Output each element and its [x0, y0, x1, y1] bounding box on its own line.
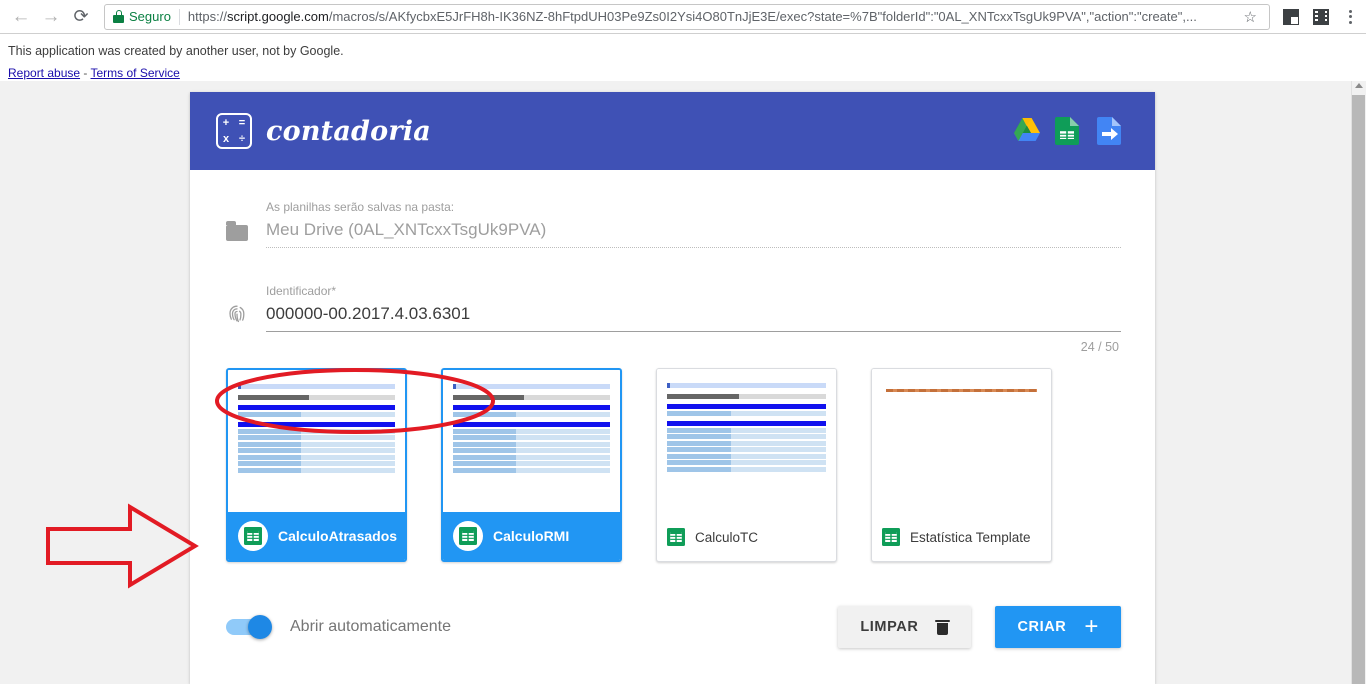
app-body: As planilhas serão salvas na pasta: Meu … [190, 170, 1155, 648]
identificador-input[interactable]: 000000-00.2017.4.03.6301 [266, 304, 1121, 331]
terms-of-service-link[interactable]: Terms of Service [91, 66, 180, 80]
template-card-title: Estatística Template [910, 529, 1031, 545]
identificador-field[interactable]: Identificador* 000000-00.2017.4.03.6301 [224, 284, 1121, 332]
browser-toolbar: ← → ⟳ Seguro https://script.google.com/m… [0, 0, 1366, 34]
scroll-up-arrow-icon[interactable] [1355, 83, 1363, 88]
spreadsheet-preview [453, 384, 610, 473]
clear-button-label: LIMPAR [860, 619, 919, 635]
page-background: + = x ÷ contadoria As planilhas serão sa… [0, 81, 1366, 684]
action-buttons: LIMPAR CRIAR + [838, 606, 1121, 648]
spreadsheet-preview [667, 383, 826, 472]
url-domain: script.google.com [226, 9, 329, 24]
url-path: /macros/s/AKfycbxE5JrFH8h-IK36NZ-8hFtpdU… [328, 9, 1197, 24]
export-file-icon[interactable] [1097, 117, 1125, 145]
page-scrollbar[interactable] [1351, 81, 1366, 684]
folder-icon [224, 221, 250, 248]
template-card-title: CalculoTC [695, 529, 759, 545]
app-container: + = x ÷ contadoria As planilhas serão sa… [190, 92, 1155, 684]
back-button[interactable]: ← [6, 2, 36, 32]
toggle-knob[interactable] [248, 615, 272, 639]
google-sheets-icon[interactable] [1055, 117, 1083, 145]
template-thumbnail [657, 369, 836, 513]
fingerprint-icon [224, 303, 250, 332]
plus-icon: + [1084, 613, 1099, 640]
identificador-field-col[interactable]: Identificador* 000000-00.2017.4.03.6301 [266, 284, 1121, 332]
template-card[interactable]: CalculoRMI [441, 368, 622, 562]
template-card-title: CalculoRMI [493, 528, 570, 544]
reload-button[interactable]: ⟳ [66, 2, 96, 32]
template-card[interactable]: CalculoTC [656, 368, 837, 562]
star-icon[interactable]: ☆ [1238, 8, 1263, 26]
url-prefix: https:// [187, 9, 227, 24]
folder-field-col: As planilhas serão salvas na pasta: Meu … [266, 200, 1121, 248]
template-card-footer[interactable]: CalculoAtrasados [228, 512, 405, 560]
create-button[interactable]: CRIAR + [995, 606, 1121, 648]
spreadsheet-preview [238, 384, 395, 473]
template-card-footer[interactable]: Estatística Template [872, 513, 1051, 561]
folder-field-label: As planilhas serão salvas na pasta: [266, 200, 455, 214]
calculator-logo-icon: + = x ÷ [216, 113, 252, 149]
logo-symbol-times: x [222, 133, 230, 145]
template-card-footer[interactable]: CalculoRMI [443, 512, 620, 560]
character-counter: 24 / 50 [1080, 340, 1119, 354]
security-label: Seguro [129, 9, 171, 24]
identificador-label: Identificador* [266, 284, 337, 298]
template-card-list: CalculoAtrasados CalculoRMI CalculoTC Es… [224, 368, 1121, 562]
google-sheets-icon [667, 528, 685, 546]
extension-video-icon[interactable] [1313, 8, 1329, 25]
url-text: https://script.google.com/macros/s/AKfyc… [188, 9, 1238, 24]
orange-line-preview [886, 389, 1037, 392]
folder-field-value: Meu Drive (0AL_XNTcxxTsgUk9PVA) [266, 220, 547, 239]
auto-open-toggle[interactable] [226, 615, 272, 639]
app-header: + = x ÷ contadoria [190, 92, 1155, 170]
address-bar[interactable]: Seguro https://script.google.com/macros/… [104, 3, 1270, 30]
app-title: contadoria [266, 115, 431, 147]
extension-reader-icon[interactable] [1283, 8, 1299, 25]
logo-symbol-equals: = [238, 117, 246, 129]
bottom-controls: Abrir automaticamente LIMPAR CRIAR + [224, 606, 1121, 648]
notice-separator: - [80, 66, 91, 80]
template-card[interactable]: Estatística Template [871, 368, 1052, 562]
scrollbar-thumb[interactable] [1352, 95, 1365, 684]
logo-symbol-plus: + [222, 117, 230, 129]
create-button-label: CRIAR [1017, 619, 1067, 635]
google-sheets-icon [453, 521, 483, 551]
template-card-footer[interactable]: CalculoTC [657, 513, 836, 561]
folder-field: As planilhas serão salvas na pasta: Meu … [224, 200, 1121, 248]
auto-open-label: Abrir automaticamente [290, 618, 451, 635]
google-drive-icon[interactable] [1013, 117, 1041, 145]
lock-icon [113, 10, 124, 23]
google-sheets-icon [882, 528, 900, 546]
template-thumbnail [228, 370, 405, 512]
google-sheets-icon [238, 521, 268, 551]
omnibox-divider [178, 8, 180, 25]
trash-icon [935, 619, 951, 635]
report-abuse-link[interactable]: Report abuse [8, 66, 80, 80]
notice-links: Report abuse - Terms of Service [8, 66, 1358, 80]
template-thumbnail [872, 369, 1051, 513]
clear-button[interactable]: LIMPAR [838, 606, 972, 648]
template-thumbnail [443, 370, 620, 512]
template-card[interactable]: CalculoAtrasados [226, 368, 407, 562]
template-card-title: CalculoAtrasados [278, 528, 398, 544]
logo-symbol-divide: ÷ [238, 133, 246, 145]
forward-button[interactable]: → [36, 2, 66, 32]
apps-script-notice: This application was created by another … [0, 34, 1366, 81]
red-arrow-annotation-left [44, 501, 199, 591]
notice-text: This application was created by another … [8, 44, 344, 58]
header-actions [1013, 117, 1125, 145]
chrome-menu-icon[interactable] [1340, 9, 1360, 24]
